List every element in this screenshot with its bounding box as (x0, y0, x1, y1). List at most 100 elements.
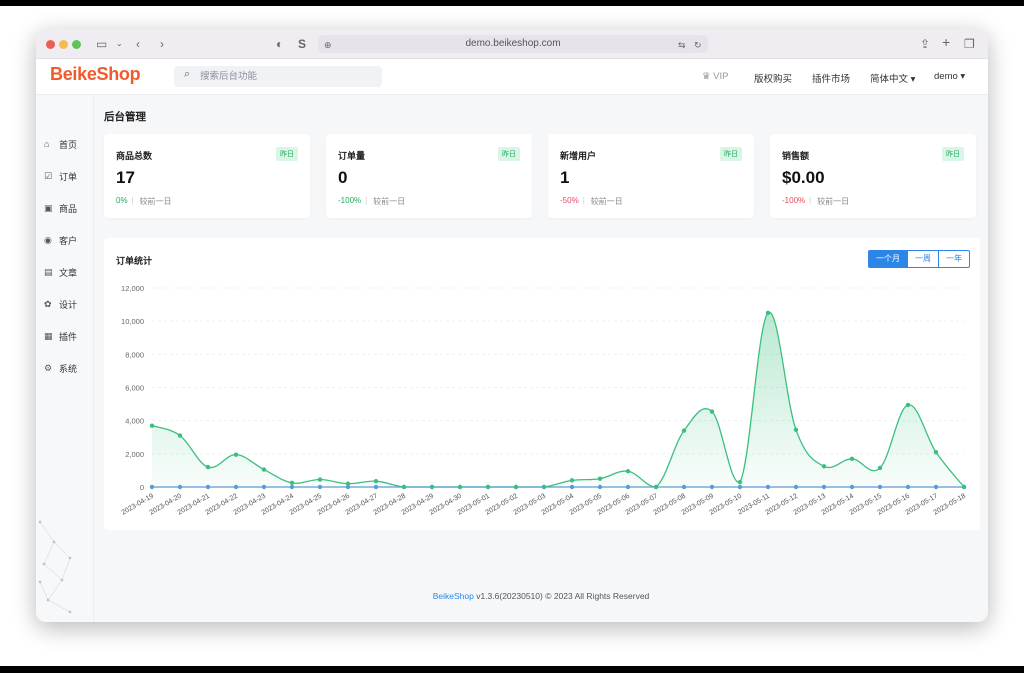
stat-label: 商品总数 (116, 151, 153, 161)
minimize-window-button[interactable] (59, 40, 68, 49)
data-point (597, 484, 603, 490)
page-title: 后台管理 (104, 111, 146, 123)
stat-separator: | (809, 196, 812, 205)
data-point (429, 484, 435, 490)
new-tab-icon[interactable]: + (942, 34, 950, 50)
stat-card-sales: 销售额 昨日 $0.00 -100% | 较前一日 (770, 134, 976, 218)
x-tick-label: 2023-05-18 (932, 493, 967, 517)
order-chart-card: 订单统计 一个月 一周 一年 0 2,000 4,000 6,000 8,000 10,0… (104, 238, 980, 530)
y-tick-label: 2,000 (125, 450, 144, 459)
zoom-window-button[interactable] (72, 40, 81, 49)
data-point (709, 484, 715, 490)
data-point (681, 484, 687, 490)
sidebar-item-orders[interactable]: ☑ 订单 (44, 169, 77, 183)
back-icon[interactable]: ‹ (136, 36, 140, 52)
share-icon[interactable]: ⇪ (920, 36, 930, 52)
footer-brand-link[interactable]: BeikeShop (433, 591, 474, 601)
sidebar-item-label: 首页 (59, 139, 78, 150)
license-link[interactable]: 版权购买 (754, 71, 792, 85)
data-point (569, 484, 575, 490)
shield-icon[interactable]: ◐ (276, 36, 283, 52)
data-point (625, 469, 631, 474)
url-text: demo.beikeshop.com (465, 38, 561, 49)
data-point (541, 484, 547, 490)
footer-text: v1.3.6(20230510) © 2023 All Rights Reser… (473, 591, 650, 601)
vip-link[interactable]: ♛ VIP (702, 71, 728, 82)
sidebar-item-customers[interactable]: ◉ 客户 (44, 233, 77, 247)
document-icon: ▤ (44, 266, 53, 277)
language-selector[interactable]: 简体中文 ▾ (870, 71, 915, 85)
y-tick-label: 4,000 (125, 417, 144, 426)
address-bar[interactable]: ⊕ demo.beikeshop.com ⇆ ↻ (318, 35, 708, 53)
stat-card-new-users: 新增用户 昨日 1 -50% | 较前一日 (548, 134, 754, 218)
data-point (233, 452, 239, 457)
box-icon: ▣ (44, 202, 53, 213)
data-point (149, 484, 155, 490)
sidebar-item-articles[interactable]: ▤ 文章 (44, 265, 77, 279)
stat-separator: | (365, 196, 368, 205)
browser-window: ▭ ⌄ ‹ › ◐ S ⊕ demo.beikeshop.com ⇆ ↻ ⇪ +… (36, 29, 988, 622)
settings-icon: ⚙ (44, 362, 53, 373)
data-point (905, 402, 911, 408)
data-point (373, 478, 379, 484)
data-point (289, 480, 295, 486)
data-point (681, 428, 687, 433)
extension-icon[interactable]: S (298, 36, 306, 52)
reload-icon[interactable]: ↻ (694, 37, 702, 53)
stat-value: 1 (560, 168, 570, 187)
data-point (485, 484, 491, 490)
palette-icon: ✿ (44, 298, 52, 309)
series-area (152, 312, 964, 487)
plugin-icon: ▦ (44, 330, 53, 341)
stat-compare: 较前一日 (590, 197, 623, 206)
sidebar-item-products[interactable]: ▣ 商品 (44, 201, 77, 215)
sidebar-item-plugins[interactable]: ▦ 插件 (44, 329, 77, 343)
search-input[interactable] (200, 68, 370, 84)
stat-card-products: 商品总数 昨日 17 0% | 较前一日 (104, 134, 310, 218)
tab-overview-icon[interactable]: ❐ (964, 36, 975, 52)
data-point (569, 478, 575, 483)
logo[interactable]: BeikeShop (50, 64, 141, 85)
y-tick-label: 12,000 (121, 284, 144, 293)
data-point (765, 484, 771, 490)
chevron-down-icon[interactable]: ⌄ (116, 36, 123, 52)
search-icon: ⌕ (184, 68, 191, 80)
data-point (317, 477, 323, 482)
sidebar-item-home[interactable]: ⌂ 首页 (44, 137, 77, 151)
home-icon: ⌂ (44, 139, 50, 149)
data-point (205, 464, 211, 470)
data-point (261, 484, 267, 490)
footer: BeikeShop v1.3.6(20230510) © 2023 All Ri… (94, 591, 988, 601)
sidebar-item-system[interactable]: ⚙ 系统 (44, 361, 77, 375)
data-point (849, 456, 855, 462)
stat-badge: 昨日 (942, 147, 964, 161)
sidebar-toggle-icon[interactable]: ▭ (96, 36, 107, 52)
stat-compare: 较前一日 (139, 197, 172, 206)
sidebar-item-design[interactable]: ✿ 设计 (44, 297, 77, 311)
translate-icon[interactable]: ⇆ (678, 37, 686, 53)
data-point (877, 484, 883, 490)
data-point (149, 423, 155, 428)
data-point (625, 484, 631, 490)
forward-icon[interactable]: › (160, 36, 164, 52)
data-point (765, 310, 771, 316)
data-point (877, 465, 883, 471)
data-point (793, 427, 799, 432)
data-point (513, 484, 519, 490)
plugin-market-link[interactable]: 插件市场 (812, 71, 850, 85)
stat-card-orders: 订单量 昨日 0 -100% | 较前一日 (326, 134, 532, 218)
user-menu[interactable]: demo ▾ (934, 71, 965, 82)
data-point (709, 409, 715, 414)
stat-value: 0 (338, 168, 348, 187)
data-point (457, 484, 463, 490)
data-point (653, 484, 659, 490)
stat-badge: 昨日 (498, 147, 520, 161)
stat-label: 新增用户 (560, 151, 597, 161)
data-point (961, 484, 967, 490)
data-point (373, 484, 379, 490)
close-window-button[interactable] (46, 40, 55, 49)
y-tick-label: 10,000 (121, 317, 144, 326)
data-point (205, 484, 211, 490)
y-tick-label: 8,000 (125, 350, 144, 359)
y-tick-label: 0 (140, 483, 144, 492)
